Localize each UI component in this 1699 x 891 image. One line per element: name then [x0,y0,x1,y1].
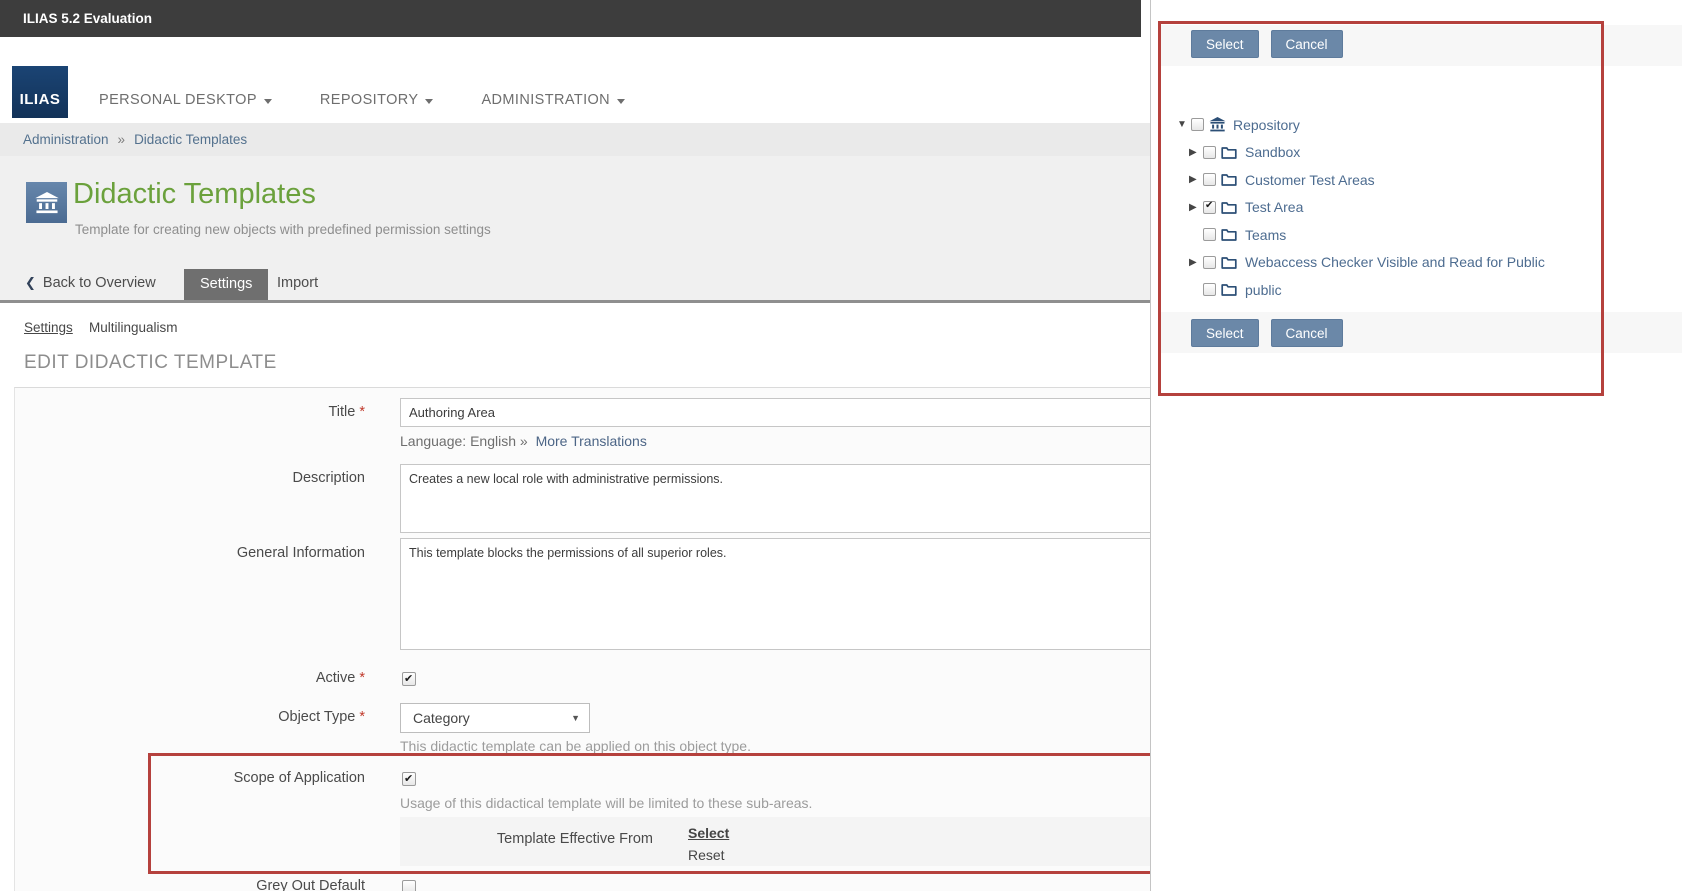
tree-item-row: ▶ Test Area [1189,194,1699,222]
breadcrumb-separator: » [118,132,126,147]
folder-icon [1221,201,1238,214]
grey-out-default-checkbox[interactable] [402,880,416,891]
tree-item-label[interactable]: Repository [1233,117,1300,133]
bank-icon [35,192,59,214]
description-label: Description [10,470,365,486]
tree-item-checkbox[interactable] [1203,228,1216,241]
tree-item-row: ▶ Webaccess Checker Visible and Read for … [1189,249,1699,277]
title-label: Title* [10,404,365,420]
tree-item-row: public [1189,276,1699,304]
chevron-left-icon: ❮ [25,275,36,290]
folder-icon [1221,146,1238,159]
repository-selector-overlay: Select Cancel ▼ Repository ▶ Sandbox ▶ Custom… [1150,0,1699,891]
tree-item-checkbox[interactable] [1203,146,1216,159]
tree-item-row: ▶ Customer Test Areas [1189,166,1699,194]
general-information-label: General Information [10,545,365,561]
language-prefix: Language: English » [400,433,528,449]
folder-icon [1221,283,1238,296]
collapse-triangle-icon[interactable]: ▼ [1177,119,1191,130]
active-checkbox[interactable] [402,672,416,686]
select-button-bottom[interactable]: Select [1191,319,1259,347]
breadcrumb: Administration » Didactic Templates [0,123,1150,156]
tree-item-row: ▼ Repository [1177,111,1699,139]
tree-item-checkbox[interactable] [1203,256,1216,269]
page-subtitle: Template for creating new objects with p… [75,222,491,237]
page-title: Didactic Templates [73,178,316,211]
scope-of-application-label: Scope of Application [10,770,365,786]
app-title: ILIAS 5.2 Evaluation [23,0,152,37]
folder-icon [1221,228,1238,241]
subtab-multilingualism[interactable]: Multilingualism [89,320,178,335]
expand-triangle-icon[interactable]: ▶ [1189,174,1203,185]
breadcrumb-administration[interactable]: Administration [23,132,109,147]
expand-triangle-icon[interactable]: ▶ [1189,202,1203,213]
tree-item-row: ▶ Sandbox [1189,139,1699,167]
tree-item-checkbox[interactable] [1203,283,1216,296]
template-effective-reset-link[interactable]: Reset [688,847,725,863]
folder-icon [1221,173,1238,186]
tree-item-checkbox[interactable] [1203,201,1216,214]
active-label: Active* [10,670,365,686]
cancel-button-bottom[interactable]: Cancel [1271,319,1343,347]
breadcrumb-current[interactable]: Didactic Templates [134,132,247,147]
subtab-settings[interactable]: Settings [24,320,73,335]
grey-out-default-label: Grey Out Default [10,878,365,891]
more-translations-link[interactable]: More Translations [536,433,647,449]
main-nav: PERSONAL DESKTOP REPOSITORY ADMINISTRATION [99,92,625,108]
chevron-down-icon: ▼ [571,713,580,723]
bank-icon [1209,117,1226,132]
select-button-top[interactable]: Select [1191,30,1259,58]
expand-triangle-icon[interactable]: ▶ [1189,257,1203,268]
description-textarea[interactable]: Creates a new local role with administra… [400,464,1150,533]
tree-item-label[interactable]: Sandbox [1245,144,1300,160]
general-information-textarea[interactable]: This template blocks the permissions of … [400,538,1150,650]
tree-item-checkbox[interactable] [1203,173,1216,186]
nav-item-label: PERSONAL DESKTOP [99,92,257,108]
nav-item-administration[interactable]: ADMINISTRATION [481,92,625,108]
tab-import[interactable]: Import [277,275,318,291]
chevron-down-icon [617,99,625,104]
tree-item-checkbox[interactable] [1191,118,1204,131]
tab-back-to-overview[interactable]: ❮Back to Overview [25,275,156,291]
nav-item-label: ADMINISTRATION [481,92,610,108]
language-line: Language: English » More Translations [400,433,647,449]
tree-item-row: Teams [1189,221,1699,249]
tree-item-label[interactable]: public [1245,282,1282,298]
object-type-value: Category [413,704,470,732]
nav-item-repository[interactable]: REPOSITORY [320,92,434,108]
scope-help: Usage of this didactical template will b… [400,795,812,811]
page-header: Didactic Templates Template for creating… [0,156,1150,303]
nav-item-personal-desktop[interactable]: PERSONAL DESKTOP [99,92,272,108]
nav-item-label: REPOSITORY [320,92,419,108]
tree-item-label[interactable]: Test Area [1245,199,1303,215]
title-input[interactable] [400,398,1150,427]
tree-item-label[interactable]: Webaccess Checker Visible and Read for P… [1245,254,1545,270]
required-asterisk: * [359,404,365,420]
tab-underline [0,300,1150,303]
chevron-down-icon [264,99,272,104]
object-type-help: This didactic template can be applied on… [400,738,751,754]
template-effective-from-label: Template Effective From [403,831,653,847]
ilias-logo-text: ILIAS [20,91,61,108]
screenshot-root: ILIAS 5.2 Evaluation ILIAS PERSONAL DESK… [0,0,1699,891]
chevron-down-icon [425,99,433,104]
didactic-templates-icon [26,182,67,223]
tab-settings[interactable]: Settings [184,269,268,300]
required-asterisk: * [359,709,365,725]
tree-item-label[interactable]: Teams [1245,227,1286,243]
top-bar: ILIAS 5.2 Evaluation [0,0,1141,37]
object-type-label: Object Type* [10,709,365,725]
cancel-button-top[interactable]: Cancel [1271,30,1343,58]
form-section-title: EDIT DIDACTIC TEMPLATE [24,352,277,374]
expand-triangle-icon[interactable]: ▶ [1189,147,1203,158]
scope-checkbox[interactable] [402,772,416,786]
required-asterisk: * [359,670,365,686]
object-type-select[interactable]: Category ▼ [400,703,590,733]
folder-icon [1221,256,1238,269]
main-page: ILIAS 5.2 Evaluation ILIAS PERSONAL DESK… [0,0,1150,891]
ilias-logo[interactable]: ILIAS [12,66,68,118]
template-effective-select-link[interactable]: Select [688,825,729,841]
tree-item-label[interactable]: Customer Test Areas [1245,172,1375,188]
repository-tree: ▼Repository▶Sandbox▶Customer Test Areas▶… [1151,111,1699,304]
